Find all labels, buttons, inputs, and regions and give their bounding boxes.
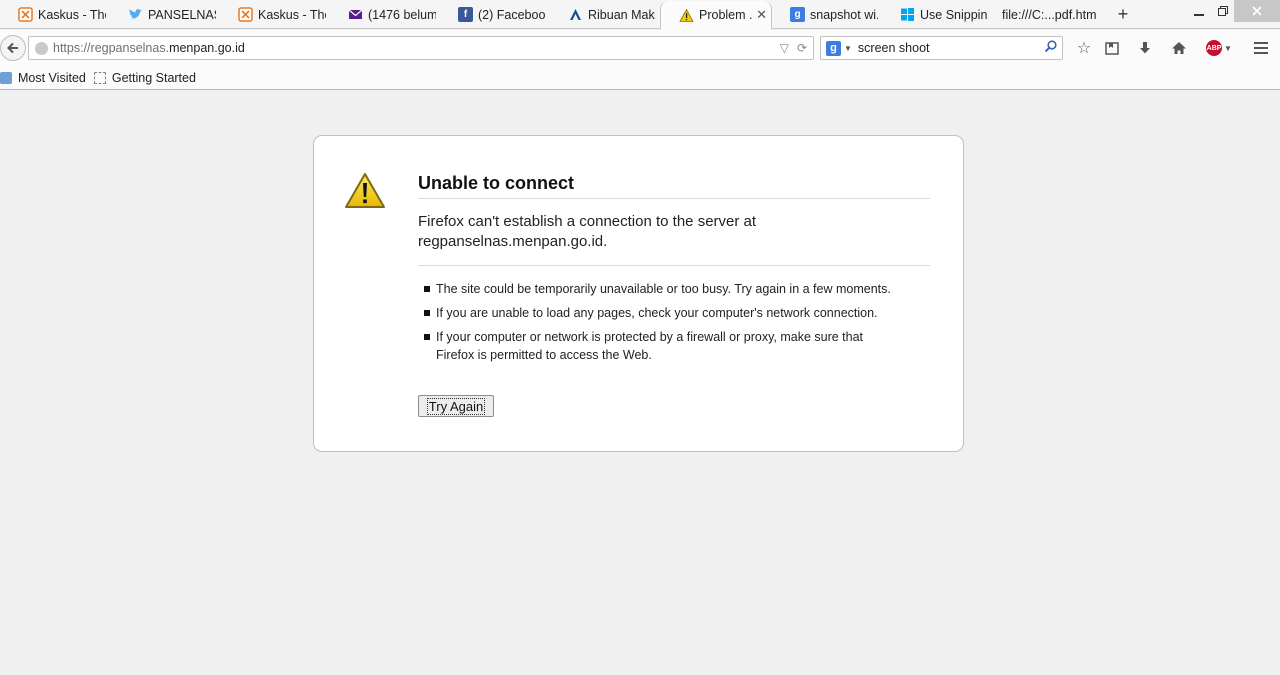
close-icon <box>1252 6 1262 16</box>
tab-label: file:///C:...pdf.htm <box>1002 7 1097 22</box>
bookmark-star-icon[interactable]: ☆ <box>1073 38 1095 58</box>
most-visited-icon <box>0 71 12 84</box>
tab-panselnas[interactable]: PANSELNAS ... <box>110 0 220 29</box>
adblock-plus-icon: ABP <box>1206 40 1223 56</box>
tab-kaskus-1[interactable]: Kaskus - The... <box>0 0 110 29</box>
engine-dropdown-icon[interactable]: ▼ <box>844 44 852 53</box>
kaskus-icon <box>238 7 253 22</box>
navigation-toolbar: https://regpanselnas.menpan.go.id ▽ ⟳ g … <box>0 30 1280 66</box>
warning-icon <box>679 8 694 23</box>
warning-triangle-icon <box>345 173 385 208</box>
mail-icon <box>348 7 363 22</box>
adblock-dropdown-icon[interactable]: ▼ <box>1224 44 1232 53</box>
restore-icon <box>1218 6 1228 16</box>
reload-icon[interactable]: ⟳ <box>797 41 807 55</box>
back-arrow-icon <box>7 42 18 54</box>
bookmarks-menu-icon[interactable] <box>1101 38 1123 58</box>
back-button[interactable] <box>0 35 26 61</box>
tab-ribuan[interactable]: Ribuan Mak... <box>550 0 660 29</box>
url-bar[interactable]: https://regpanselnas.menpan.go.id ▽ ⟳ <box>28 36 814 60</box>
list-item: The site could be temporarily unavailabl… <box>424 280 904 298</box>
search-engine-google-icon[interactable]: g <box>826 40 841 56</box>
tab-label: (2) Facebook <box>478 7 546 22</box>
error-title: Unable to connect <box>418 173 930 199</box>
tab-file-pdf[interactable]: file:///C:...pdf.htm <box>992 0 1108 29</box>
search-magnifier-icon[interactable] <box>1044 40 1057 56</box>
tab-label: Ribuan Mak... <box>588 7 656 22</box>
tab-facebook[interactable]: f (2) Facebook <box>440 0 550 29</box>
arrow-logo-icon <box>568 7 583 22</box>
tab-label: Kaskus - The... <box>258 7 326 22</box>
bookmark-label: Getting Started <box>111 70 196 85</box>
minimize-icon <box>1194 14 1204 16</box>
tab-kaskus-2[interactable]: Kaskus - The... <box>220 0 330 29</box>
close-window-button[interactable] <box>1234 0 1280 22</box>
tab-mail[interactable]: (1476 belum ... <box>330 0 440 29</box>
new-tab-button[interactable]: + <box>1108 0 1138 29</box>
search-bar[interactable]: g ▼ screen shoot <box>820 36 1063 60</box>
bookmark-most-visited[interactable]: Most Visited <box>0 71 86 85</box>
error-page-container: Unable to connect Firefox can't establis… <box>313 135 964 452</box>
tab-snapshot[interactable]: g snapshot wi... <box>772 0 882 29</box>
home-icon[interactable] <box>1168 38 1190 58</box>
kaskus-icon <box>18 7 33 22</box>
tab-strip: Kaskus - The... PANSELNAS ... Kaskus - T… <box>0 0 1280 30</box>
page-placeholder-icon <box>93 71 106 84</box>
tab-label: PANSELNAS ... <box>148 7 216 22</box>
adblock-plus-button[interactable]: ABP ▼ <box>1203 38 1235 58</box>
bookmarks-toolbar: Most Visited Getting Started <box>0 66 1280 90</box>
menu-hamburger-icon[interactable] <box>1250 38 1272 58</box>
tab-label: Problem ... <box>699 8 752 22</box>
url-text[interactable]: https://regpanselnas.menpan.go.id <box>53 41 245 55</box>
list-item: If you are unable to load any pages, che… <box>424 304 904 322</box>
windows-icon <box>900 7 915 22</box>
try-again-button[interactable]: Try Again <box>418 395 494 417</box>
google-icon: g <box>790 7 805 22</box>
site-identity-icon[interactable] <box>35 41 48 55</box>
twitter-icon <box>128 7 143 22</box>
tab-label: (1476 belum ... <box>368 7 436 22</box>
bookmark-label: Most Visited <box>18 70 86 85</box>
tab-label: Kaskus - The... <box>38 7 106 22</box>
url-history-dropdown-icon[interactable]: ▽ <box>780 41 789 55</box>
list-item: If your computer or network is protected… <box>424 328 904 364</box>
search-input[interactable]: screen shoot <box>858 41 930 55</box>
tab-snipping[interactable]: Use Snippin... <box>882 0 992 29</box>
tab-close-icon[interactable]: ✕ <box>752 7 767 23</box>
error-suggestions-list: The site could be temporarily unavailabl… <box>424 280 904 370</box>
tab-label: snapshot wi... <box>810 7 878 22</box>
tab-problem-loading[interactable]: Problem ... ✕ <box>660 1 772 30</box>
plus-icon: + <box>1117 4 1129 24</box>
bookmark-getting-started[interactable]: Getting Started <box>93 70 196 85</box>
tab-label: Use Snippin... <box>920 7 988 22</box>
download-icon[interactable] <box>1134 38 1156 58</box>
try-again-label: Try Again <box>426 397 486 415</box>
facebook-icon: f <box>458 7 473 22</box>
error-description: Firefox can't establish a connection to … <box>418 212 930 266</box>
